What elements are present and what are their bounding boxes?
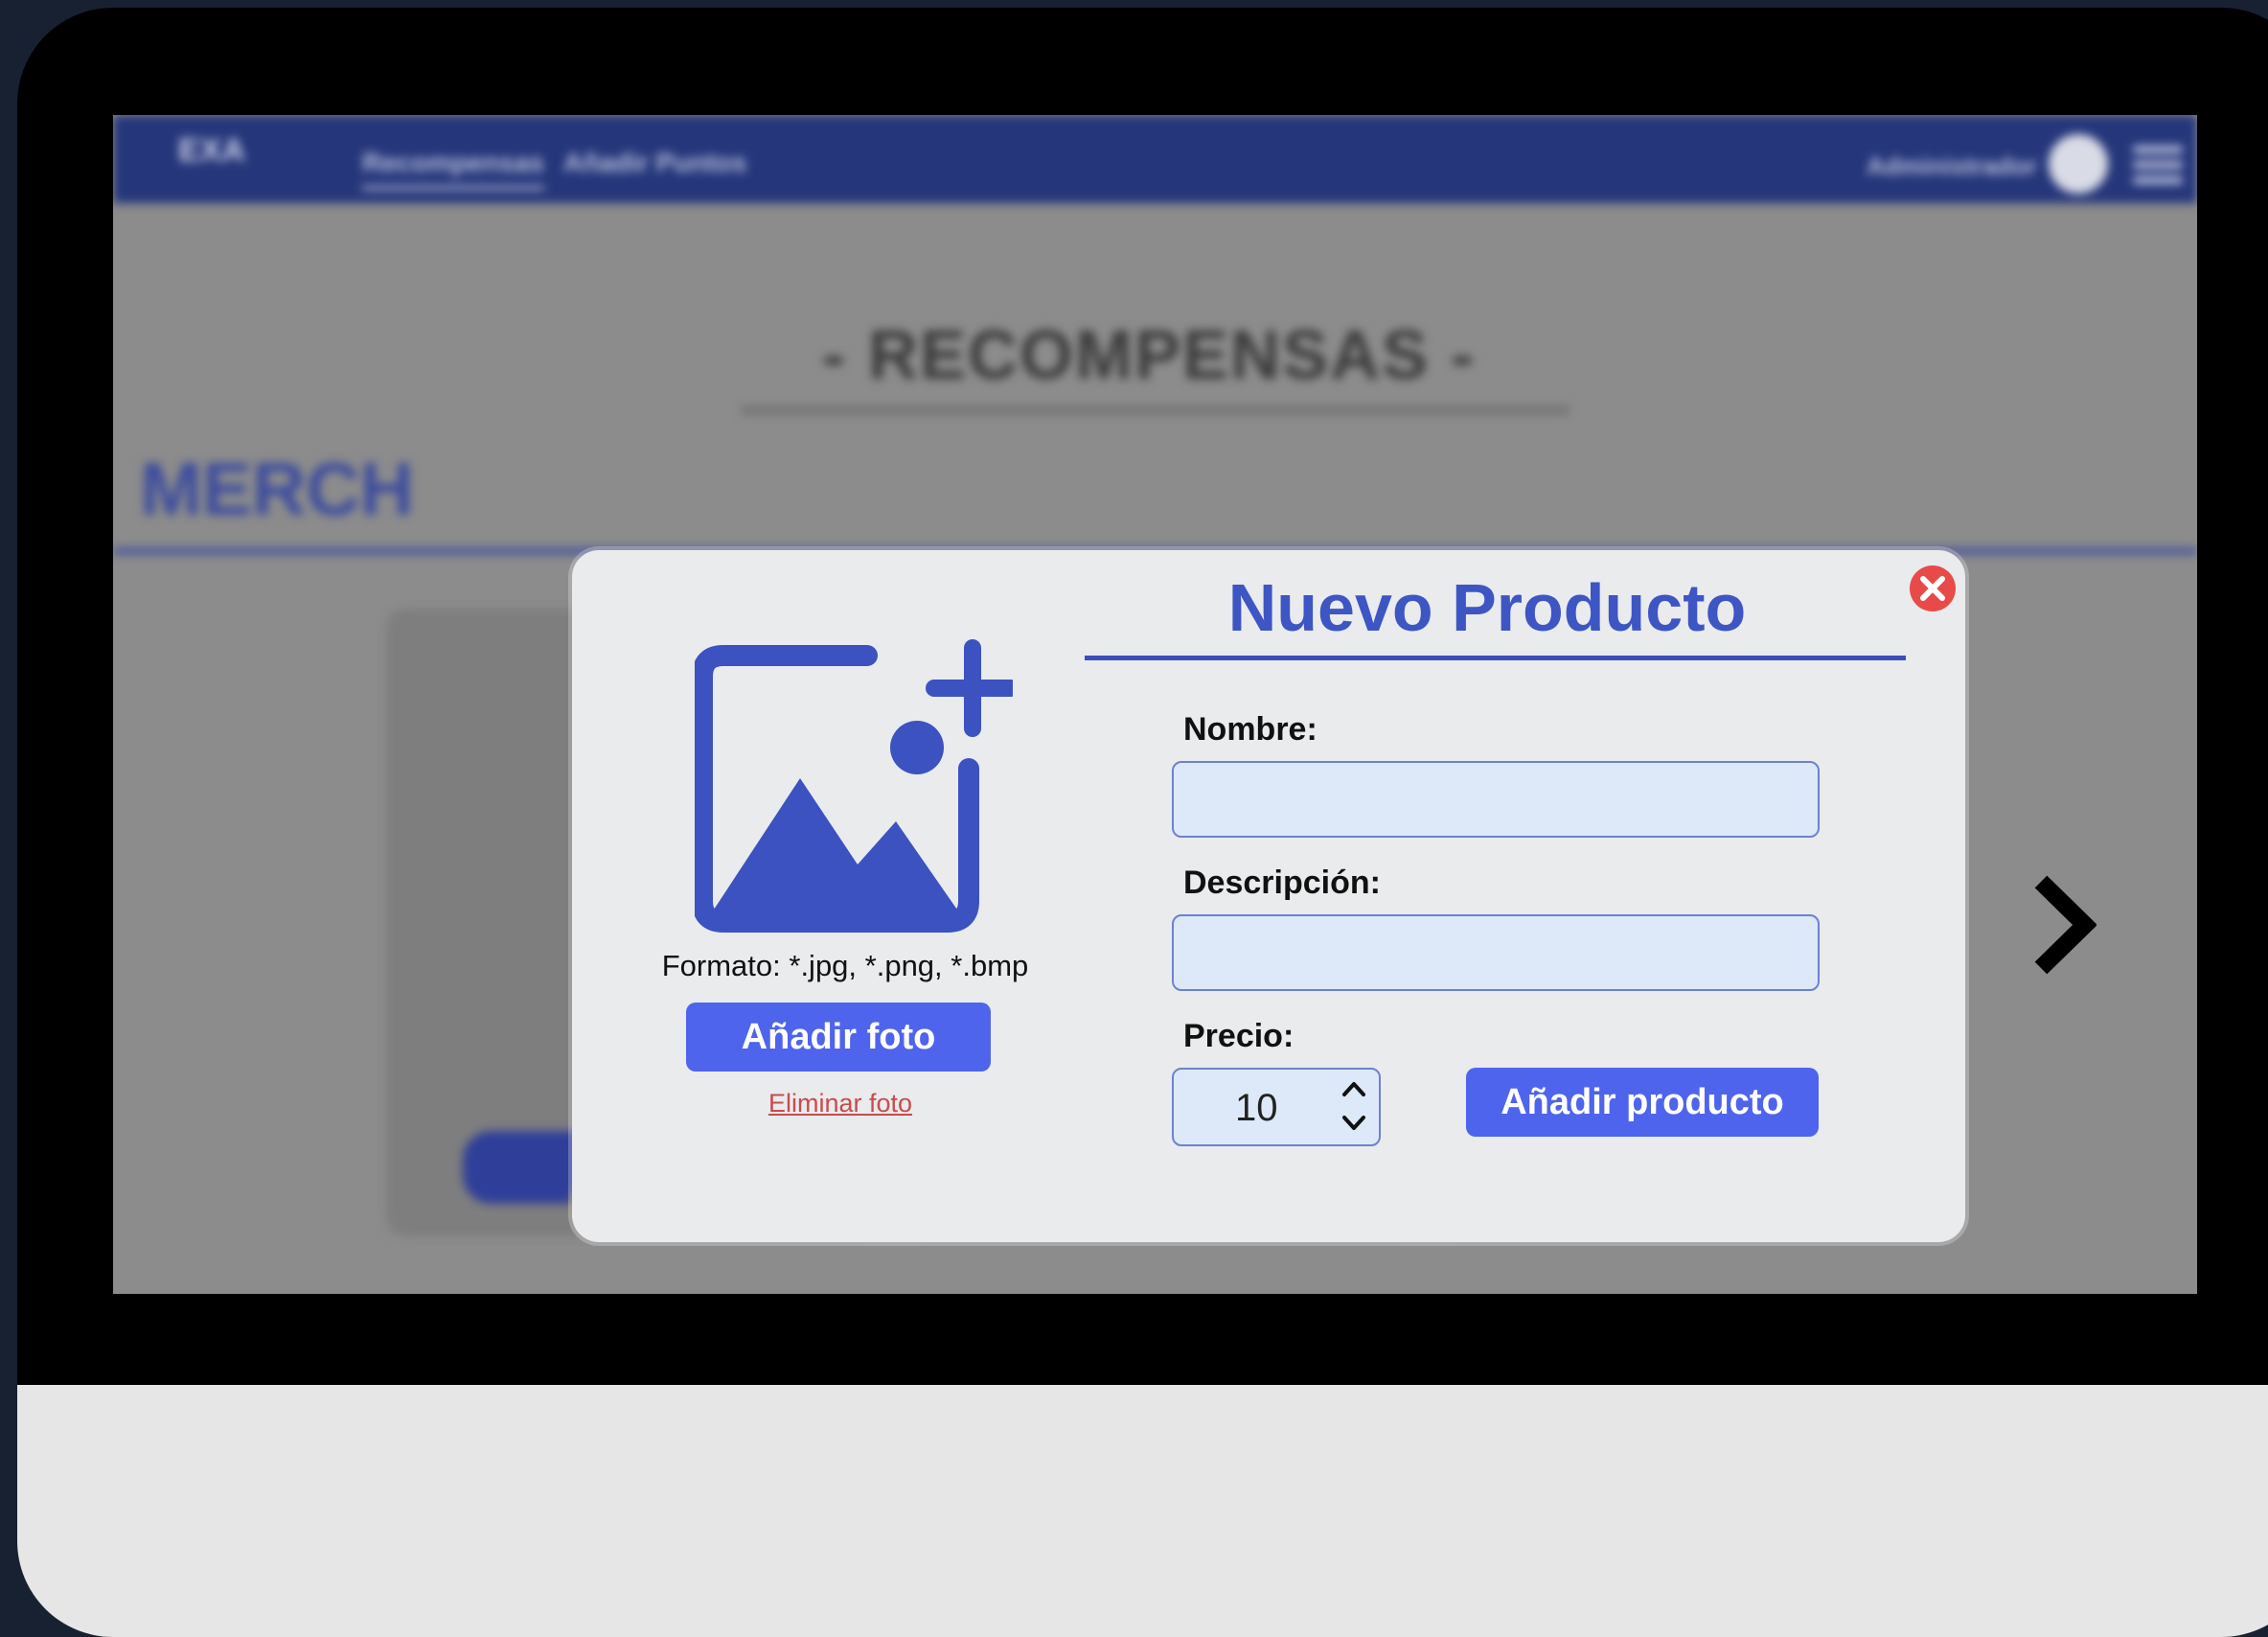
nombre-label: Nombre:: [1183, 711, 1317, 748]
app-screen: EXA Recompensas Añadir Puntos Administra…: [113, 115, 2197, 1294]
descripcion-input[interactable]: [1172, 914, 1820, 991]
monitor-chin: [17, 1385, 2268, 1637]
avatar-icon[interactable]: [2049, 134, 2108, 194]
section-title: MERCH: [140, 447, 414, 531]
new-product-dialog: Nuevo Producto Formato: *.jpg, *.png, *.…: [572, 550, 1965, 1242]
hamburger-menu-icon[interactable]: [2133, 146, 2183, 184]
chevron-down-icon[interactable]: [1339, 1110, 1369, 1137]
add-product-button[interactable]: Añadir producto: [1466, 1068, 1819, 1137]
chevron-up-icon[interactable]: [1339, 1075, 1369, 1102]
image-format-hint: Formato: *.jpg, *.png, *.bmp: [661, 949, 1029, 982]
precio-label: Precio:: [1183, 1018, 1294, 1054]
remove-photo-link[interactable]: Eliminar foto: [721, 1089, 960, 1118]
dialog-title: Nuevo Producto: [1227, 570, 1747, 645]
monitor-frame: EXA Recompensas Añadir Puntos Administra…: [17, 8, 2268, 1637]
next-arrow-icon[interactable]: [2029, 872, 2096, 978]
precio-stepper[interactable]: 10: [1172, 1068, 1381, 1146]
nav-anadir-puntos[interactable]: Añadir Puntos: [563, 148, 746, 178]
descripcion-label: Descripción:: [1183, 865, 1381, 901]
add-photo-button[interactable]: Añadir foto: [686, 1003, 991, 1072]
page-title: - RECOMPENSAS -: [822, 317, 1477, 394]
nav-recompensas[interactable]: Recompensas: [362, 148, 544, 190]
top-navbar: EXA Recompensas Añadir Puntos Administra…: [113, 115, 2197, 203]
dialog-title-underline: [1085, 656, 1906, 660]
nombre-input[interactable]: [1172, 761, 1820, 838]
user-role-label: Administrador: [1867, 151, 2037, 180]
close-icon[interactable]: [1908, 564, 1958, 613]
precio-value[interactable]: 10: [1235, 1087, 1278, 1130]
add-image-icon[interactable]: [695, 634, 1013, 941]
app-logo[interactable]: EXA: [178, 134, 245, 167]
title-underline: [741, 407, 1569, 413]
